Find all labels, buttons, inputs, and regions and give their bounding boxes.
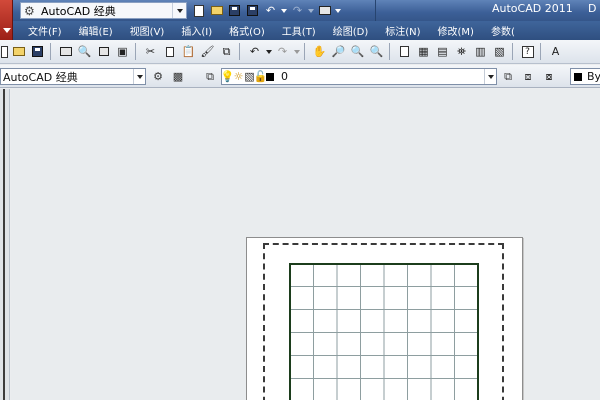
save-button[interactable] (226, 3, 243, 19)
open-icon[interactable] (10, 43, 27, 60)
undo-icon: ↶ (265, 4, 276, 17)
lock-ui-icon[interactable]: ▩ (170, 69, 186, 84)
paste-icon[interactable]: 📋 (180, 43, 197, 60)
menu-draw[interactable]: 绘图(D) (333, 23, 369, 38)
current-layer-label: 0 (281, 70, 288, 83)
menu-bar: 文件(F) 编辑(E) 视图(V) 插入(I) 格式(O) 工具(T) 绘图(D… (13, 21, 600, 40)
layer-state-icon[interactable]: ⧇ (541, 69, 557, 84)
menu-format[interactable]: 格式(O) (229, 23, 265, 38)
markup-icon[interactable]: ▥ (472, 43, 489, 60)
workspace-switcher[interactable]: ⚙ AutoCAD 经典 (20, 2, 187, 19)
app-title: AutoCAD 2011 (492, 2, 573, 15)
chevron-down-icon[interactable] (484, 69, 496, 84)
plot-button[interactable] (316, 3, 333, 19)
toolbar-separator (389, 43, 390, 60)
redo-icon: ↷ (292, 4, 303, 17)
standard-toolbar: 🔍 ▣ ✂ 📋 🖌 ⧉ ↶ ↷ ✋ 🔎 🔍 🔍 ▦ ▤ ⛯ ▥ ▧ ? A (0, 40, 600, 64)
drawing-grid-frame[interactable] (289, 263, 479, 400)
menu-modify[interactable]: 修改(M) (438, 23, 474, 38)
menu-edit[interactable]: 编辑(E) (79, 23, 113, 38)
title-separator (375, 0, 376, 21)
workspace-combo[interactable]: AutoCAD 经典 (0, 68, 146, 85)
tool-palettes-icon[interactable]: ▤ (434, 43, 451, 60)
color-swatch (574, 72, 582, 81)
title-bar: ⚙ AutoCAD 经典 ↶ ↷ AutoCAD 2011 D (0, 0, 600, 21)
application-menu-button[interactable] (0, 0, 13, 40)
plot-preview-icon[interactable]: 🔍 (76, 43, 93, 60)
design-center-icon[interactable]: ▦ (415, 43, 432, 60)
new-icon[interactable] (0, 43, 8, 60)
quick-access-toolbar: ↶ ↷ (190, 2, 343, 19)
calculator-icon[interactable]: ▧ (491, 43, 508, 60)
zoom-window-icon[interactable]: 🔍 (349, 43, 366, 60)
save-as-icon (247, 5, 258, 16)
undo-button[interactable]: ↶ (262, 3, 279, 19)
sun-icon: ☼ (233, 70, 244, 83)
chevron-down-icon[interactable] (265, 43, 272, 60)
menu-view[interactable]: 视图(V) (130, 23, 165, 38)
sheet-set-icon[interactable]: ⛯ (453, 43, 470, 60)
publish-icon[interactable] (95, 43, 112, 60)
menu-insert[interactable]: 插入(I) (181, 23, 212, 38)
new-file-icon (193, 4, 204, 17)
chevron-down-icon[interactable] (172, 3, 186, 18)
color-combo[interactable]: By (570, 68, 600, 85)
redo-button[interactable]: ↷ (289, 3, 306, 19)
menu-parametric[interactable]: 参数( (491, 23, 515, 38)
undo-icon[interactable]: ↶ (246, 43, 263, 60)
toolbar-separator (512, 43, 513, 60)
zoom-previous-icon[interactable]: 🔍 (368, 43, 385, 60)
layers-toolbar: AutoCAD 经典 ⚙ ▩ ⧉ 💡 ☼ ▧ 🔓 0 ⧉ ⧈ ⧇ By (0, 65, 600, 88)
left-dock-edge (0, 89, 10, 400)
menu-tools[interactable]: 工具(T) (282, 23, 316, 38)
help-icon[interactable]: ? (519, 43, 536, 60)
copy-icon[interactable] (161, 43, 178, 60)
save-icon (229, 5, 240, 16)
printer-icon (318, 6, 331, 15)
color-combo-label: By (587, 70, 600, 83)
workspace-settings-icon[interactable]: ⚙ (150, 69, 166, 84)
menu-dimension[interactable]: 标注(N) (385, 23, 420, 38)
cut-icon[interactable]: ✂ (142, 43, 159, 60)
make-current-layer-icon[interactable]: ⧉ (500, 69, 516, 84)
block-editor-icon[interactable]: ⧉ (218, 43, 235, 60)
toolbar-separator (135, 43, 136, 60)
save-as-button[interactable] (244, 3, 261, 19)
redo-icon[interactable]: ↷ (274, 43, 291, 60)
lock-icon: 🔓 (253, 70, 268, 83)
zoom-realtime-icon[interactable]: 🔎 (330, 43, 347, 60)
qa-customize-dropdown[interactable] (334, 3, 342, 19)
toolbar-separator (540, 43, 541, 60)
folder-icon (210, 6, 223, 15)
undo-dropdown[interactable] (280, 3, 288, 19)
lightbulb-icon: 💡 (220, 70, 235, 83)
save-icon[interactable] (29, 43, 46, 60)
workspace-combo-label: AutoCAD 经典 (3, 70, 78, 84)
text-style-icon[interactable]: A (547, 43, 564, 60)
toolbar-separator (304, 43, 305, 60)
3d-print-icon[interactable]: ▣ (114, 43, 131, 60)
layer-properties-icon[interactable]: ⧉ (202, 69, 218, 84)
redo-dropdown[interactable] (307, 3, 315, 19)
workspace-switcher-label: AutoCAD 经典 (41, 4, 116, 18)
layer-previous-icon[interactable]: ⧈ (520, 69, 536, 84)
pan-icon[interactable]: ✋ (311, 43, 328, 60)
chevron-down-icon[interactable] (133, 69, 145, 84)
match-properties-icon[interactable]: 🖌 (199, 43, 216, 60)
chevron-down-icon[interactable] (293, 43, 300, 60)
toolbar-separator (50, 43, 51, 60)
menu-file[interactable]: 文件(F) (28, 23, 62, 38)
toolbar-separator (239, 43, 240, 60)
chevron-down-icon (3, 28, 11, 33)
layer-combo[interactable]: 💡 ☼ ▧ 🔓 0 (221, 68, 497, 85)
file-title: D (588, 2, 597, 15)
layer-color-swatch (266, 72, 274, 81)
gear-icon: ⚙ (24, 3, 35, 18)
open-file-button[interactable] (208, 3, 225, 19)
plot-icon[interactable] (57, 43, 74, 60)
properties-icon[interactable] (396, 43, 413, 60)
new-file-button[interactable] (190, 3, 207, 19)
